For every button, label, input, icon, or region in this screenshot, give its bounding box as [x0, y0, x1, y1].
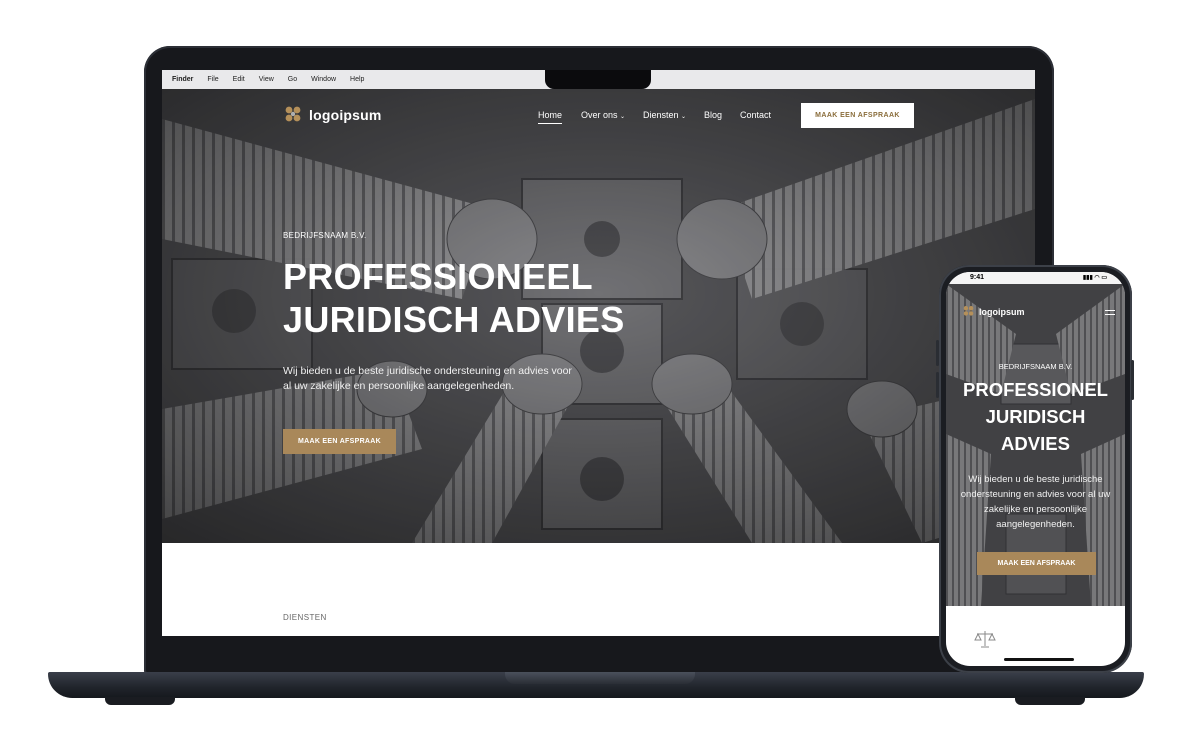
phone-hero-subtitle: Wij bieden u de beste juridische onderst…: [960, 474, 1111, 530]
menu-view[interactable]: View: [259, 76, 274, 83]
hero-section: logoipsum Home Over ons ⌄ Diensten ⌄ Blo…: [162, 89, 1035, 543]
logo-text: logoipsum: [979, 306, 1025, 317]
hamburger-menu-icon[interactable]: [1105, 310, 1115, 318]
make-appointment-button-nav[interactable]: MAAK EEN AFSPRAAK: [801, 103, 914, 128]
nav-home[interactable]: Home: [538, 110, 563, 124]
nav-diensten-label: Diensten: [643, 110, 679, 120]
phone-volume-button: [936, 372, 939, 398]
logo-hexagons-icon: [285, 106, 301, 122]
phone-status-bar: 9:41 ▮▮▮ ◠ ▭: [946, 272, 1125, 284]
menu-window[interactable]: Window: [311, 76, 336, 83]
status-icons: ▮▮▮ ◠ ▭: [1082, 275, 1107, 281]
nav-contact[interactable]: Contact: [740, 110, 771, 120]
chevron-down-icon: ⌄: [620, 114, 626, 120]
hero-title: PROFESSIONEEL JURIDISCH ADVIES: [283, 255, 625, 341]
phone-hero-title: PROFESSIONEL JURIDISCH ADVIES: [946, 376, 1125, 457]
logo-hexagons-icon: [963, 306, 974, 316]
phone-side-button: [1131, 360, 1134, 400]
nav-over-ons-label: Over ons: [581, 110, 618, 120]
company-name: BEDRIJFSNAAM B.V.: [283, 231, 367, 240]
menu-finder[interactable]: Finder: [172, 76, 193, 83]
company-name: BEDRIJFSNAAM B.V.: [998, 362, 1073, 371]
menu-file[interactable]: File: [207, 76, 218, 83]
camera-notch: [545, 70, 651, 89]
hero-subtitle: Wij bieden u de beste juridische onderst…: [283, 365, 572, 392]
site-logo[interactable]: logoipsum: [283, 105, 382, 125]
make-appointment-button-phone[interactable]: MAAK EEN AFSPRAAK: [977, 552, 1096, 575]
logo-text: logoipsum: [309, 107, 382, 123]
nav-diensten[interactable]: Diensten ⌄: [643, 110, 686, 120]
laptop-trackpad-lip: [505, 672, 695, 684]
phone-title-line-3: ADVIES: [1001, 433, 1070, 454]
site-navigation: logoipsum Home Over ons ⌄ Diensten ⌄ Blo…: [162, 89, 1035, 143]
nav-over-ons[interactable]: Over ons ⌄: [581, 110, 625, 120]
nav-blog[interactable]: Blog: [704, 110, 722, 120]
phone-screen: 9:41 ▮▮▮ ◠ ▭ logoipsum BEDRIJFSNAAM B.V.…: [946, 272, 1125, 666]
hero-title-line-2: JURIDISCH ADVIES: [283, 299, 625, 340]
hero-title-line-1: PROFESSIONEEL: [283, 256, 593, 297]
scales-icon: [974, 631, 996, 648]
chevron-down-icon: ⌄: [681, 114, 687, 120]
phone-title-line-2: JURIDISCH: [985, 406, 1086, 427]
phone-hero-section: logoipsum BEDRIJFSNAAM B.V. PROFESSIONEL…: [946, 284, 1125, 606]
menu-go[interactable]: Go: [288, 76, 297, 83]
laptop-foot-left: [105, 697, 175, 705]
phone-title-line-1: PROFESSIONEL: [963, 379, 1108, 400]
menu-edit[interactable]: Edit: [233, 76, 245, 83]
home-indicator[interactable]: [1004, 658, 1074, 661]
status-time: 9:41: [970, 274, 985, 281]
services-section-label: DIENSTEN: [283, 613, 327, 622]
menu-help[interactable]: Help: [350, 76, 364, 83]
laptop-foot-right: [1015, 697, 1085, 705]
laptop-screen: Finder File Edit View Go Window Help log…: [162, 70, 1035, 636]
phone-site-logo[interactable]: logoipsum: [962, 305, 1025, 318]
phone-volume-button: [936, 340, 939, 366]
make-appointment-button-hero[interactable]: MAAK EEN AFSPRAAK: [283, 429, 396, 454]
